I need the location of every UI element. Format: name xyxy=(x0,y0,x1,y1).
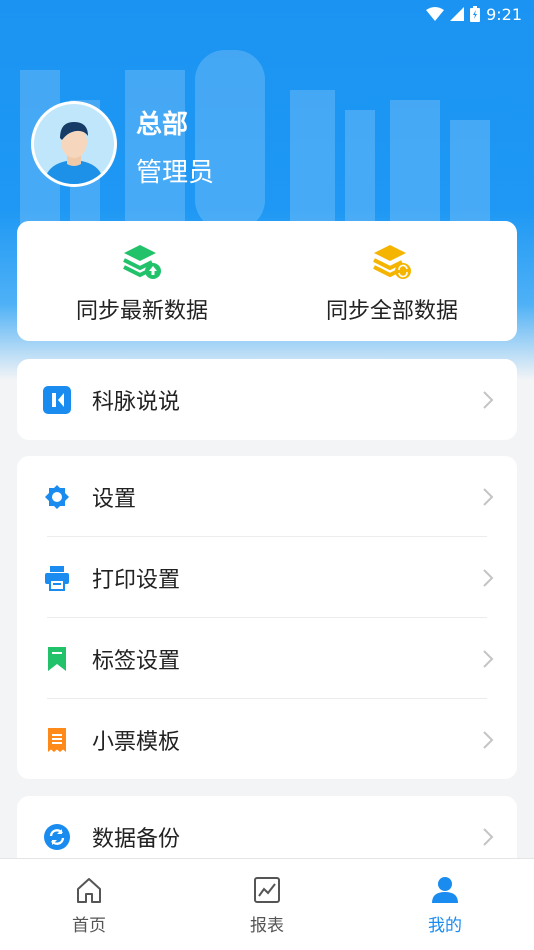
chevron-right-icon xyxy=(483,649,494,668)
menu-item-kemai-label: 科脉说说 xyxy=(92,389,181,415)
chart-icon xyxy=(254,877,280,903)
status-time: 9:21 xyxy=(486,4,522,24)
tab-home[interactable]: 首页 xyxy=(0,859,178,950)
chevron-right-icon xyxy=(483,730,494,749)
menu-item-tag-label: 标签设置 xyxy=(92,648,181,674)
kemai-icon xyxy=(42,385,72,415)
tab-report[interactable]: 报表 xyxy=(178,859,356,950)
sync-card: 同步最新数据 同步全部数据 xyxy=(17,221,517,341)
chevron-right-icon xyxy=(483,390,494,409)
home-icon xyxy=(77,878,101,903)
menu-item-settings-label: 设置 xyxy=(92,486,137,512)
wifi-icon xyxy=(426,7,445,21)
menu-item-tag-settings[interactable]: 标签设置 xyxy=(17,618,517,699)
chevron-right-icon xyxy=(483,568,494,587)
printer-icon xyxy=(42,563,72,593)
sync-latest-label: 同步最新数据 xyxy=(75,299,208,324)
receipt-icon xyxy=(42,725,72,755)
user-icon xyxy=(432,877,458,903)
sync-latest-button[interactable]: 同步最新数据 xyxy=(17,221,267,341)
menu-item-kemai[interactable]: 科脉说说 xyxy=(17,359,517,440)
sync-all-label: 同步全部数据 xyxy=(325,299,458,324)
menu-item-backup-label: 数据备份 xyxy=(92,826,181,852)
tab-report-label: 报表 xyxy=(250,916,284,936)
tab-home-label: 首页 xyxy=(72,916,106,936)
bottom-tab-bar: 首页 报表 我的 xyxy=(0,858,534,950)
chevron-right-icon xyxy=(483,487,494,506)
kemai-card: 科脉说说 xyxy=(17,359,517,440)
tab-mine-label: 我的 xyxy=(428,916,462,936)
chevron-right-icon xyxy=(483,827,494,846)
user-avatar-icon xyxy=(44,122,104,184)
tab-mine[interactable]: 我的 xyxy=(356,859,534,950)
battery-icon xyxy=(470,6,481,22)
menu-item-receipt-label: 小票模板 xyxy=(92,729,181,755)
menu-item-receipt-template[interactable]: 小票模板 xyxy=(17,699,517,780)
refresh-icon xyxy=(42,822,72,852)
menu-item-print-settings[interactable]: 打印设置 xyxy=(17,537,517,618)
avatar[interactable] xyxy=(31,101,117,187)
bookmark-icon xyxy=(42,644,72,674)
org-name: 总部 xyxy=(136,110,189,140)
user-role: 管理员 xyxy=(136,158,215,188)
sync-latest-icon xyxy=(123,245,161,279)
gear-icon xyxy=(42,482,72,512)
settings-card: 设置 打印设置 标签设置 小票模板 xyxy=(17,456,517,779)
sync-all-icon xyxy=(373,245,411,279)
menu-item-settings[interactable]: 设置 xyxy=(17,456,517,537)
menu-item-print-label: 打印设置 xyxy=(92,567,181,593)
sync-all-button[interactable]: 同步全部数据 xyxy=(267,221,517,341)
status-bar: 9:21 xyxy=(0,0,534,28)
signal-icon xyxy=(450,7,465,21)
